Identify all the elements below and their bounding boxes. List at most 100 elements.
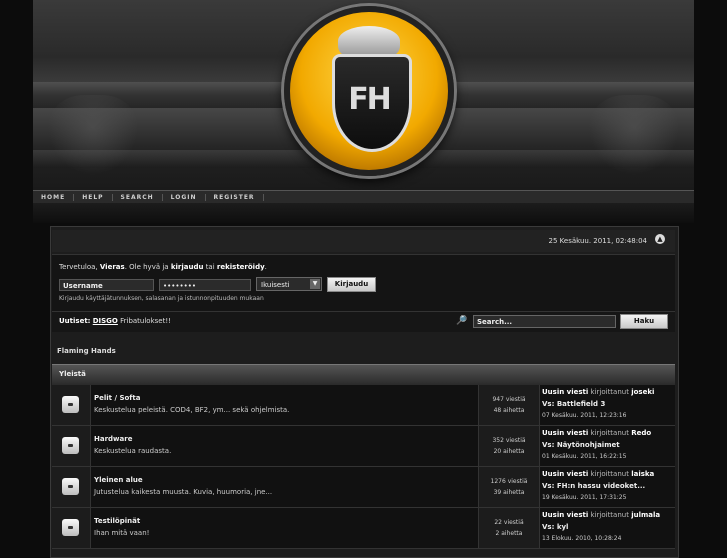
board-info: Testilöpinät Ihan mitä vaan!: [91, 508, 477, 548]
hand-print-right: [589, 95, 679, 175]
board-stats: 947 viestiä 48 aihetta: [478, 385, 540, 425]
last-post-prefix: Uusin viesti: [542, 388, 589, 396]
login-link[interactable]: kirjaudu: [171, 263, 204, 271]
nav-help[interactable]: HELP: [74, 193, 113, 201]
board-stats: 352 viestiä 20 aihetta: [478, 426, 540, 466]
board-name[interactable]: Hardware: [94, 435, 132, 443]
search-input[interactable]: Search...: [473, 315, 616, 328]
last-post-date: 01 Kesäkuu. 2011, 16:22:15: [542, 453, 627, 460]
board-name[interactable]: Yleinen alue: [94, 476, 143, 484]
session-length-value: Ikuisesti: [261, 281, 290, 289]
board-posts: 947 viestiä: [492, 396, 526, 403]
news-link[interactable]: DISGO: [93, 317, 118, 325]
nav-home[interactable]: HOME: [33, 193, 75, 201]
board-posts: 1276 viestiä: [490, 478, 528, 485]
date-bar: 25 Kesäkuu. 2011, 02:48:04 ▲: [52, 230, 675, 252]
crown-icon: [338, 26, 400, 56]
current-date: 25 Kesäkuu. 2011, 02:48:04: [548, 237, 647, 245]
news-bar: Uutiset: DISGO Fribatulokset!! 🔎 Search.…: [52, 312, 675, 332]
site-logo[interactable]: FH: [284, 6, 454, 176]
news-content: Fribatulokset!!: [120, 317, 171, 325]
board-description: Keskustelua raudasta.: [94, 447, 172, 455]
news-text: Uutiset: DISGO Fribatulokset!!: [59, 317, 171, 325]
logo-text: FH: [348, 82, 392, 117]
login-button[interactable]: Kirjaudu: [327, 277, 376, 292]
last-post-meta: Uusin viesti kirjoittanut julmala: [542, 511, 660, 519]
board-status-icon: [62, 519, 79, 536]
board-topics: 2 aihetta: [495, 530, 523, 537]
last-post-by: kirjoittanut: [590, 470, 629, 478]
session-length-select[interactable]: Ikuisesti ▼: [256, 277, 322, 291]
main-nav: HOME HELP SEARCH LOGIN REGISTER: [33, 190, 694, 204]
board-status-icon: [62, 437, 79, 454]
board-topics: 39 aihetta: [493, 489, 525, 496]
collapse-up-icon[interactable]: ▲: [655, 234, 665, 244]
board-icon-cell: [52, 385, 91, 425]
category-header[interactable]: Yleistä: [52, 364, 675, 385]
password-field[interactable]: ••••••••: [159, 279, 251, 291]
last-post-meta: Uusin viesti kirjoittanut laiska: [542, 470, 654, 478]
last-post-prefix: Uusin viesti: [542, 429, 589, 437]
board-row: Yleinen alue Jutustelua kaikesta muusta.…: [52, 467, 675, 508]
board-row: Hardware Keskustelua raudasta. 352 viest…: [52, 426, 675, 467]
board-description: Ihan mitä vaan!: [94, 529, 150, 537]
board-description: Jutustelua kaikesta muusta. Kuvia, huumo…: [94, 488, 273, 496]
register-link[interactable]: rekisteröidy: [217, 263, 265, 271]
last-post-date: 13 Elokuu. 2010, 10:28:24: [542, 535, 622, 542]
board-info: Hardware Keskustelua raudasta.: [91, 426, 477, 466]
board-name[interactable]: Testilöpinät: [94, 517, 140, 525]
board-stats: 1276 viestiä 39 aihetta: [478, 467, 540, 507]
board-icon-cell: [52, 426, 91, 466]
board-last-post: Uusin viesti kirjoittanut joseki Vs: Bat…: [539, 385, 675, 425]
board-status-icon: [62, 478, 79, 495]
site-title[interactable]: Flaming Hands: [57, 347, 116, 355]
nav-login[interactable]: LOGIN: [163, 193, 206, 201]
category-title: Yleistä: [59, 370, 86, 378]
nav-search[interactable]: SEARCH: [113, 193, 163, 201]
chevron-down-icon: ▼: [310, 279, 320, 289]
nav-shadow: [33, 203, 694, 223]
last-post-meta: Uusin viesti kirjoittanut joseki: [542, 388, 654, 396]
login-box: Tervetuloa, Vieras. Ole hyvä ja kirjaudu…: [52, 254, 675, 312]
last-post-user[interactable]: joseki: [631, 388, 654, 396]
board-name[interactable]: Pelit / Softa: [94, 394, 140, 402]
last-post-by: kirjoittanut: [590, 511, 629, 519]
board-last-post: Uusin viesti kirjoittanut Redo Vs: Näytö…: [539, 426, 675, 466]
board-status-icon: [62, 396, 79, 413]
last-post-prefix: Uusin viesti: [542, 470, 589, 478]
login-hint: Kirjaudu käyttäjätunnuksen, salasanan ja…: [59, 295, 264, 302]
board-row: Testilöpinät Ihan mitä vaan! 22 viestiä …: [52, 508, 675, 549]
board-topics: 20 aihetta: [493, 448, 525, 455]
board-icon-cell: [52, 508, 91, 548]
last-post-subject[interactable]: Vs: Näytönohjaimet: [542, 441, 620, 449]
nav-register[interactable]: REGISTER: [206, 193, 264, 201]
board-last-post: Uusin viesti kirjoittanut julmala Vs: ky…: [539, 508, 675, 548]
last-post-subject[interactable]: Vs: Battlefield 3: [542, 400, 605, 408]
last-post-meta: Uusin viesti kirjoittanut Redo: [542, 429, 651, 437]
last-post-user[interactable]: Redo: [631, 429, 651, 437]
search-icon: 🔎: [456, 316, 468, 326]
search-button[interactable]: Haku: [620, 314, 668, 329]
board-description: Keskustelua peleistä. COD4, BF2, ym... s…: [94, 406, 290, 414]
last-post-user[interactable]: laiska: [631, 470, 654, 478]
board-info: Pelit / Softa Keskustelua peleistä. COD4…: [91, 385, 477, 425]
username-field[interactable]: Username: [59, 279, 154, 291]
last-post-date: 07 Kesäkuu. 2011, 12:23:16: [542, 412, 627, 419]
board-row: Pelit / Softa Keskustelua peleistä. COD4…: [52, 385, 675, 426]
board-posts: 22 viestiä: [494, 519, 524, 526]
last-post-by: kirjoittanut: [590, 388, 629, 396]
last-post-by: kirjoittanut: [590, 429, 629, 437]
board-topics: 48 aihetta: [493, 407, 525, 414]
welcome-or: tai: [205, 263, 215, 271]
welcome-prefix: Tervetuloa,: [59, 263, 98, 271]
last-post-date: 19 Kesäkuu. 2011, 17:31:25: [542, 494, 627, 501]
welcome-text: Tervetuloa, Vieras. Ole hyvä ja kirjaudu…: [59, 263, 267, 271]
last-post-user[interactable]: julmala: [631, 511, 660, 519]
last-post-subject[interactable]: Vs: kyl: [542, 523, 568, 531]
board-stats: 22 viestiä 2 aihetta: [478, 508, 540, 548]
last-post-subject[interactable]: Vs: FH:n hassu videoket...: [542, 482, 645, 490]
board-icon-cell: [52, 467, 91, 507]
news-label: Uutiset:: [59, 317, 91, 325]
hand-print-left: [48, 95, 138, 175]
welcome-mid: . Ole hyvä ja: [124, 263, 169, 271]
